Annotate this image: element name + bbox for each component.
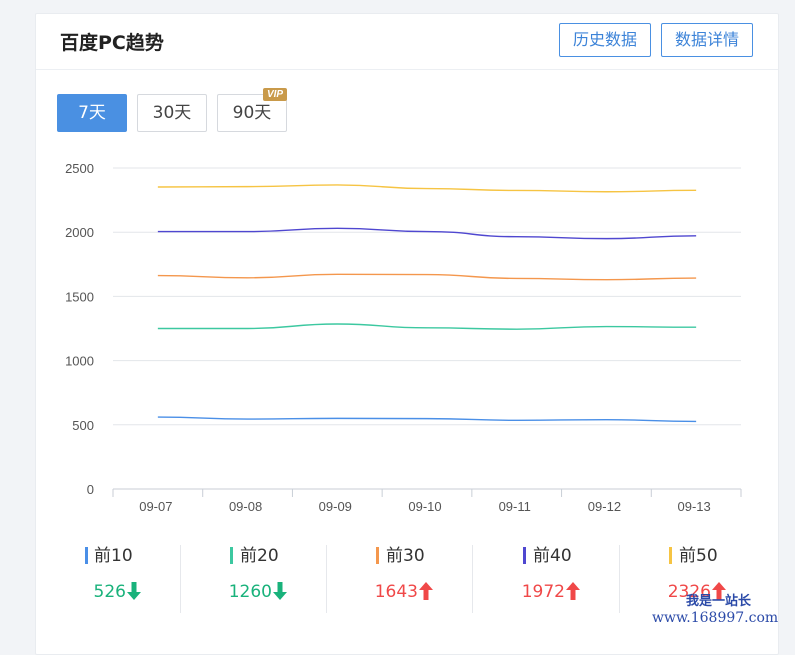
stat-value: 526 <box>93 582 126 602</box>
series-line-2 <box>157 323 697 330</box>
stat-item: 前30 1643 <box>327 545 473 613</box>
y-tick-label: 2000 <box>65 225 94 240</box>
x-tick-label: 09-10 <box>408 499 441 514</box>
series-line-4 <box>157 227 697 240</box>
y-tick-label: 2500 <box>65 161 94 176</box>
x-tick-label: 09-13 <box>678 499 711 514</box>
series-color-marker <box>523 547 526 564</box>
watermark: 我是一站长 www.168997.com <box>652 590 795 637</box>
x-tick-label: 09-12 <box>588 499 621 514</box>
stat-item: 前20 1260 <box>181 545 327 613</box>
y-tick-label: 0 <box>87 482 94 497</box>
series-line-3 <box>157 273 697 281</box>
stat-item: 前10 526 <box>35 545 181 613</box>
stat-label: 前40 <box>533 546 572 566</box>
stat-label: 前20 <box>240 546 279 566</box>
series-color-marker <box>669 547 672 564</box>
chart-series <box>157 184 697 423</box>
stat-item: 前40 1972 <box>474 545 620 613</box>
watermark-text: 我是一站长 <box>686 594 752 609</box>
y-tick-label: 500 <box>72 418 94 433</box>
y-tick-label: 1500 <box>65 289 94 304</box>
stat-label: 前50 <box>679 546 718 566</box>
x-tick-label: 09-07 <box>139 499 172 514</box>
x-axis: 09-07 09-08 09-09 09-10 09-11 09-12 09-13 <box>112 488 742 514</box>
y-axis: 0 500 1000 1500 2000 2500 <box>65 161 94 497</box>
series-color-marker <box>85 547 88 564</box>
series-line-1 <box>157 416 697 423</box>
arrow-up-icon <box>566 582 580 600</box>
chart-grid <box>113 167 741 426</box>
series-color-marker <box>376 547 379 564</box>
stat-label: 前30 <box>386 546 425 566</box>
series-line-5 <box>157 184 697 193</box>
line-chart: 0 500 1000 1500 2000 2500 09-07 09-08 09-09 09-1… <box>65 161 742 514</box>
stat-value: 1643 <box>374 582 418 602</box>
watermark-url: www.168997.com <box>652 610 779 626</box>
stat-label: 前10 <box>94 546 133 566</box>
x-tick-label: 09-09 <box>319 499 352 514</box>
arrow-down-icon <box>127 582 141 600</box>
stat-value: 1260 <box>228 582 272 602</box>
x-tick-label: 09-11 <box>499 499 531 514</box>
y-tick-label: 1000 <box>65 354 94 369</box>
series-color-marker <box>230 547 233 564</box>
arrow-down-icon <box>273 582 287 600</box>
arrow-up-icon <box>419 582 433 600</box>
x-tick-label: 09-08 <box>229 499 262 514</box>
stat-value: 1972 <box>521 582 565 602</box>
divider <box>472 545 473 613</box>
